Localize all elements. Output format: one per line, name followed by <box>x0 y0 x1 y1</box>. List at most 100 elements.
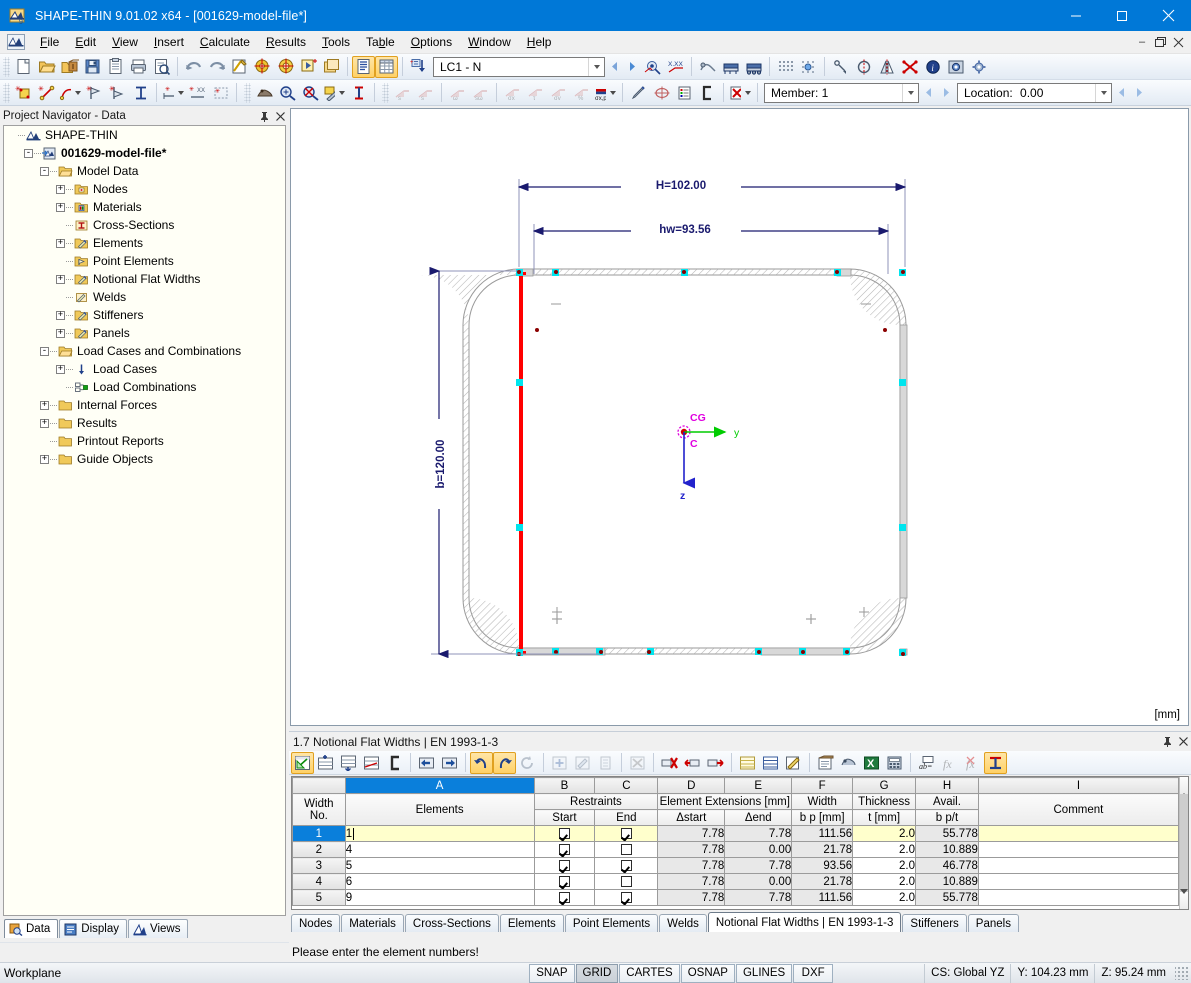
cell-delta-end[interactable]: 7.78 <box>724 857 793 874</box>
expand-icon[interactable]: + <box>56 202 65 212</box>
navigator-pin-icon[interactable] <box>256 108 272 124</box>
edit-icon[interactable] <box>571 752 594 774</box>
tree-item-cross-sections[interactable]: Cross-Sections <box>4 216 285 234</box>
table-row[interactable]: 4 6 7.78 0.00 21.78 2.0 10.889 <box>292 873 1179 890</box>
cell-thickness-t[interactable]: 2.0 <box>852 857 917 874</box>
move-left-icon[interactable] <box>415 752 438 774</box>
cell-elements[interactable]: 5 <box>344 857 535 874</box>
navigator-tab-views[interactable]: Views <box>128 919 189 938</box>
photo-icon[interactable] <box>944 56 967 78</box>
row-header-cell[interactable]: 4 <box>292 873 346 890</box>
save-icon[interactable] <box>81 56 104 78</box>
cell-delta-start[interactable]: 7.78 <box>657 889 726 906</box>
sigma-xpl-icon[interactable]: σx,pl <box>593 82 607 104</box>
prev-member-button[interactable] <box>919 82 937 104</box>
table-row[interactable]: 1 1 7.78 7.78 111.56 2.0 55.778 <box>292 825 1179 842</box>
sheet-tab-nodes[interactable]: Nodes <box>291 914 341 932</box>
restraint-end-checkbox[interactable] <box>620 827 632 839</box>
cell-width-bp[interactable]: 111.56 <box>791 889 854 906</box>
cell-comment[interactable] <box>977 873 1179 890</box>
undo-icon[interactable] <box>182 56 205 78</box>
tree-item-nodes[interactable]: + Nodes <box>4 180 285 198</box>
member-chevron-down-icon[interactable] <box>902 83 918 102</box>
expand-icon[interactable]: + <box>56 184 65 194</box>
check-section-icon[interactable] <box>251 56 274 78</box>
menu-help[interactable]: Help <box>519 33 560 52</box>
cell-avail-bpt[interactable]: 55.778 <box>915 889 979 906</box>
expand-icon[interactable]: + <box>56 364 65 374</box>
target-icon[interactable] <box>650 82 673 104</box>
cell-avail-bpt[interactable]: 55.778 <box>915 825 979 842</box>
tree-item-notional-flat-widths[interactable]: + Notional Flat Widths <box>4 270 285 288</box>
new-point-element-icon[interactable]: ✳ <box>83 82 106 104</box>
menu-file[interactable]: FFileile <box>32 33 67 52</box>
status-toggle-cartes[interactable]: CARTES <box>619 963 680 983</box>
tree-item-shape-thin[interactable]: SHAPE-THIN <box>4 126 285 144</box>
grid-settings-icon[interactable] <box>797 56 820 78</box>
row-header-cell[interactable]: 3 <box>292 857 346 874</box>
grid-col-I[interactable]: I <box>977 777 1179 794</box>
mirror-rot-icon[interactable] <box>852 56 875 78</box>
refresh-icon[interactable] <box>516 752 539 774</box>
expand-icon[interactable]: + <box>40 418 49 428</box>
info-icon[interactable]: i <box>921 56 944 78</box>
cell-width-bp[interactable]: 21.78 <box>791 873 854 890</box>
results-point-icon[interactable] <box>641 56 664 78</box>
cell-restraint-start[interactable] <box>533 841 596 858</box>
menu-insert[interactable]: Insert <box>146 33 192 52</box>
fx-delete-icon[interactable]: fx <box>961 752 984 774</box>
add-icon[interactable] <box>548 752 571 774</box>
section-rotate-icon[interactable] <box>696 56 719 78</box>
table-pin-icon[interactable] <box>1159 734 1175 750</box>
grid-corner-cell[interactable] <box>292 777 346 794</box>
row-header-cell[interactable]: 1 <box>292 825 346 842</box>
tree-item-results[interactable]: + Results <box>4 414 285 432</box>
delete-x-icon[interactable] <box>898 56 921 78</box>
scroll-up-button[interactable] <box>1179 777 1188 794</box>
toolbar2b-grip[interactable] <box>244 82 251 103</box>
cell-avail-bpt[interactable]: 10.889 <box>915 873 979 890</box>
restraint-start-checkbox[interactable] <box>558 843 570 855</box>
report-icon[interactable] <box>814 752 837 774</box>
mdi-close-button[interactable] <box>1171 35 1185 49</box>
cell-thickness-t[interactable]: 2.0 <box>852 825 917 842</box>
redo-icon[interactable] <box>205 56 228 78</box>
omega-icon[interactable]: ω <box>446 82 469 104</box>
cell-delta-end[interactable]: 7.78 <box>724 889 793 906</box>
grid-col-A[interactable]: A <box>344 777 535 794</box>
grid-vertical-scrollbar[interactable] <box>1178 777 1188 909</box>
drawing-area[interactable]: H=102.00 hw=93.56 b=120.00 CG C y z [mm] <box>289 107 1191 728</box>
new-node-icon[interactable]: ✳ <box>12 82 35 104</box>
restraint-start-checkbox[interactable] <box>558 859 570 871</box>
sheet-tab-point-elements[interactable]: Point Elements <box>564 914 659 932</box>
new-element-icon[interactable]: ✳ <box>35 82 58 104</box>
sigma-v-icon[interactable]: σv <box>547 82 570 104</box>
expand-icon[interactable]: + <box>40 400 49 410</box>
table-row[interactable]: 3 5 7.78 7.78 93.56 2.0 46.778 <box>292 857 1179 874</box>
cell-restraint-start[interactable] <box>533 873 596 890</box>
collapse-icon[interactable]: - <box>40 166 49 176</box>
collapse-icon[interactable]: - <box>24 148 33 158</box>
cell-elements[interactable]: 4 <box>344 841 535 858</box>
status-toggle-grid[interactable]: GRID <box>575 963 619 983</box>
next-member-button[interactable] <box>937 82 955 104</box>
move-right-icon[interactable] <box>438 752 461 774</box>
clear-table-icon[interactable] <box>626 752 649 774</box>
status-toggle-glines[interactable]: GLINES <box>735 963 793 983</box>
cell-delta-start[interactable]: 7.78 <box>657 825 726 842</box>
menu-tools[interactable]: Tools <box>314 33 358 52</box>
menu-options[interactable]: Options <box>403 33 460 52</box>
row-header-cell[interactable]: 2 <box>292 841 346 858</box>
bracket-icon[interactable] <box>696 82 719 104</box>
sheet-tab-welds[interactable]: Welds <box>659 914 707 932</box>
support2-icon[interactable] <box>742 56 765 78</box>
navigator-tab-display[interactable]: Display <box>59 919 128 938</box>
section-icon[interactable] <box>347 82 370 104</box>
close-button[interactable] <box>1145 0 1191 31</box>
dimension-dropdown-icon[interactable] <box>175 82 186 104</box>
cell-restraint-end[interactable] <box>594 889 659 906</box>
grid-icon[interactable] <box>774 56 797 78</box>
cell-delta-end[interactable]: 0.00 <box>724 841 793 858</box>
load-case-new-icon[interactable]: + <box>407 56 430 78</box>
edit-section-icon[interactable] <box>228 56 251 78</box>
